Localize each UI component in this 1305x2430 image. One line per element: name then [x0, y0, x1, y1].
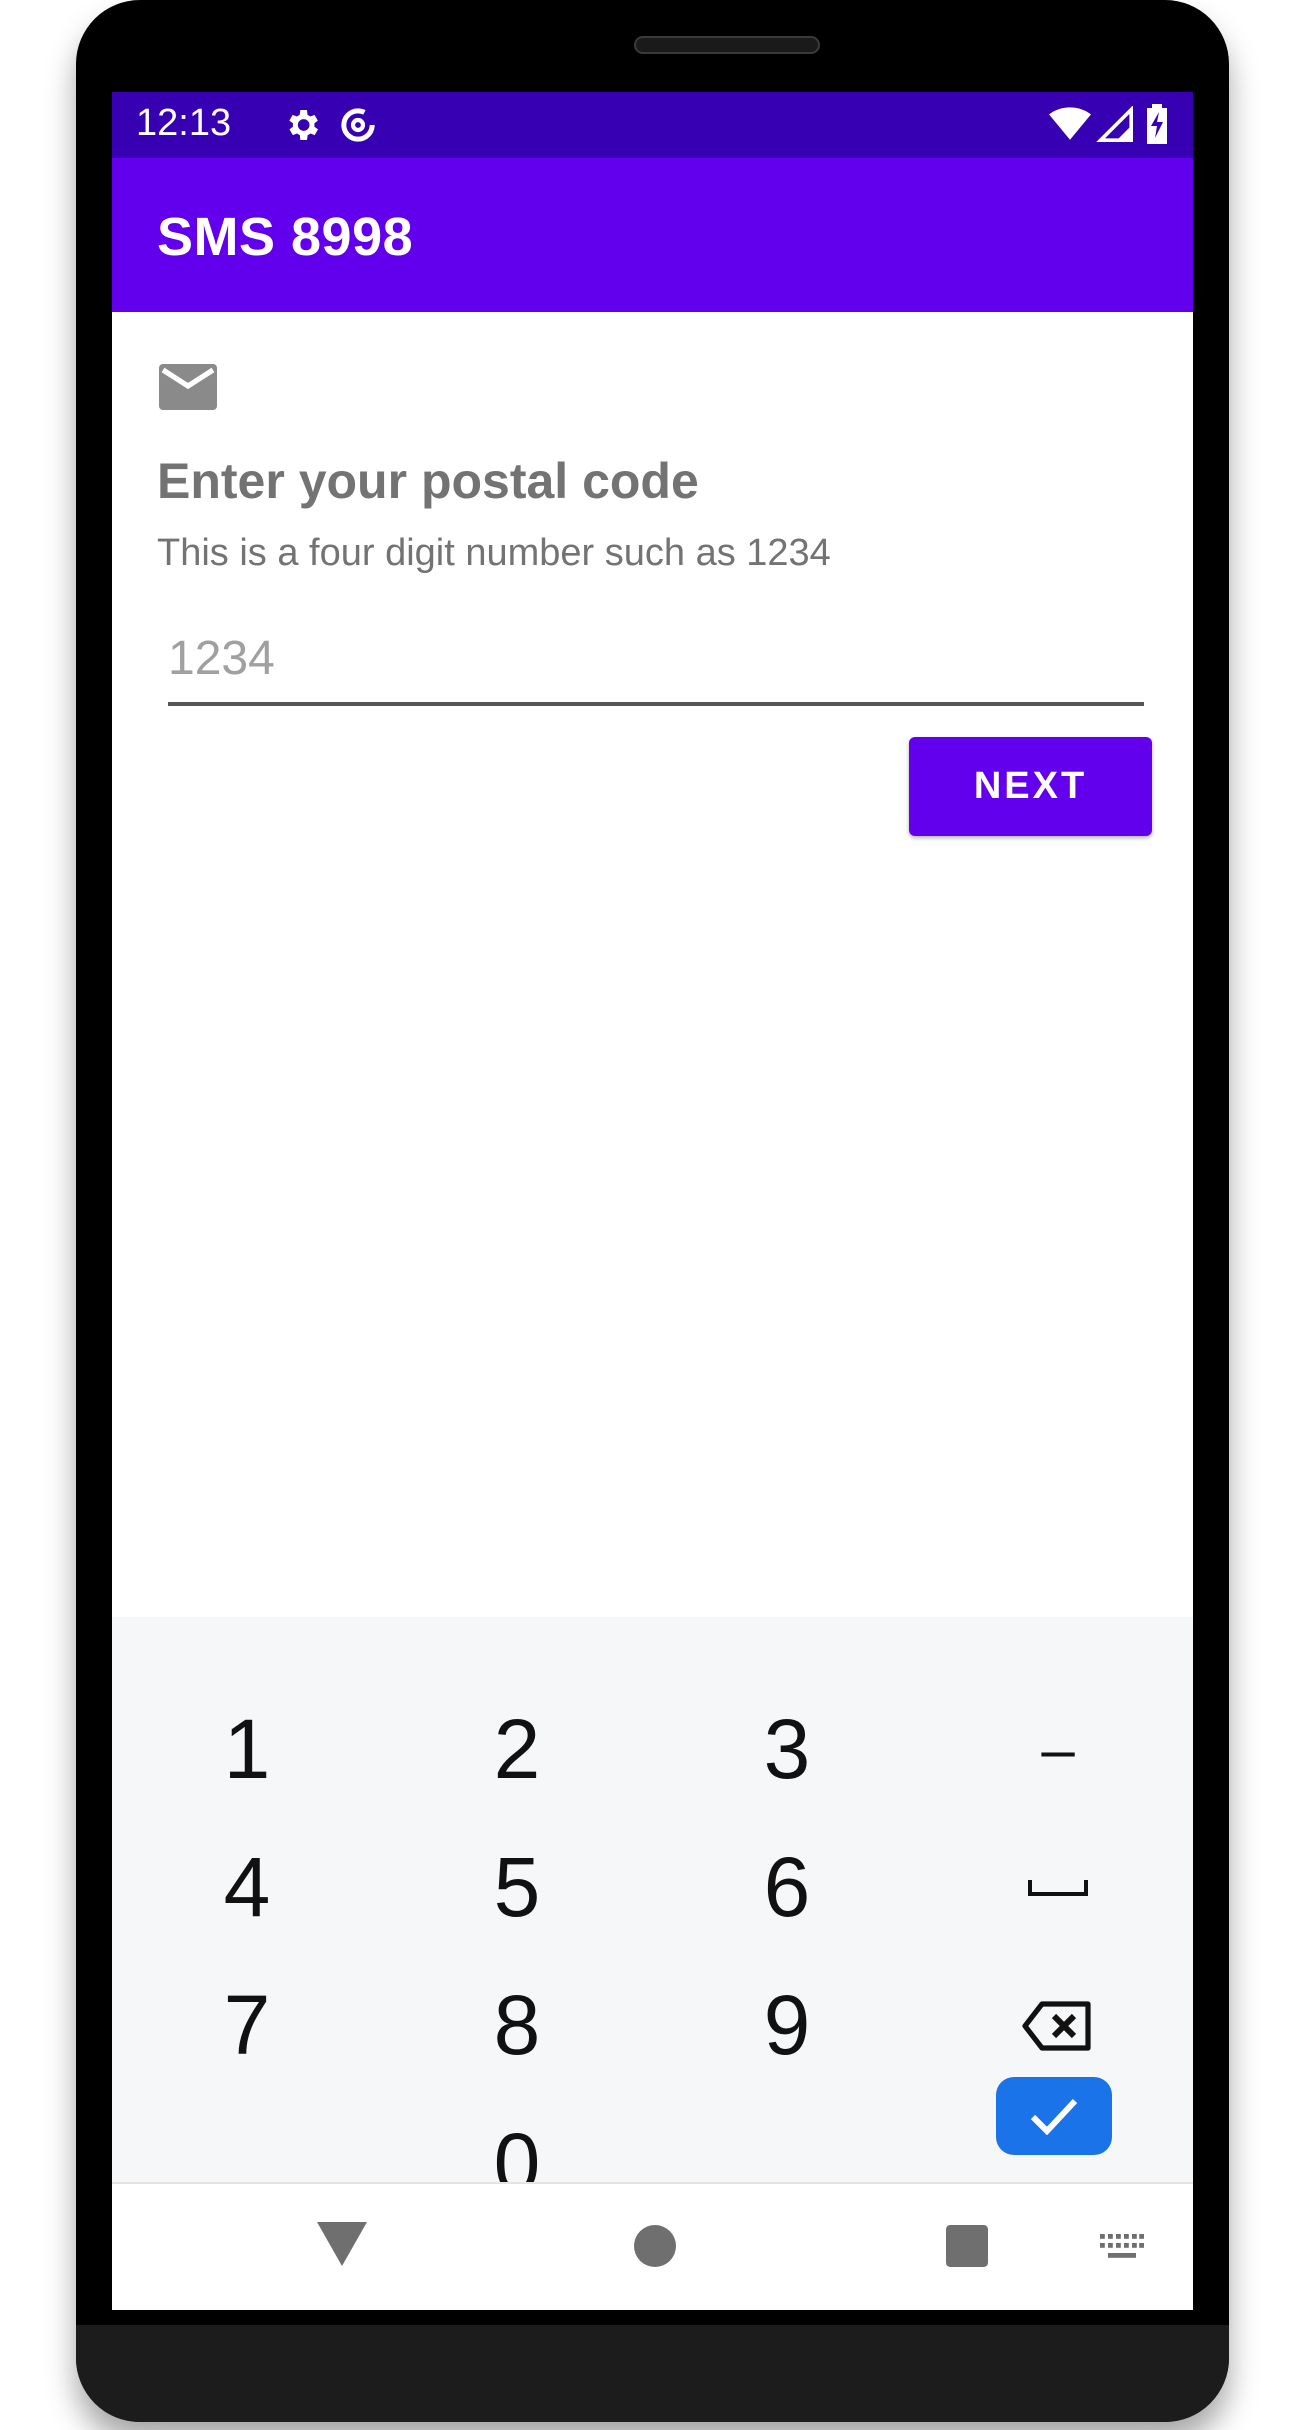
data-saver-icon [338, 105, 378, 150]
keyboard-switch-icon[interactable] [1100, 2234, 1144, 2265]
key-7[interactable]: 7 [112, 1957, 382, 2094]
key-6[interactable]: 6 [652, 1819, 922, 1956]
key-3[interactable]: 3 [652, 1681, 922, 1818]
battery-charging-icon [1145, 104, 1169, 149]
key-backspace[interactable] [923, 1957, 1193, 2094]
mail-icon [159, 364, 217, 415]
key-dash[interactable]: – [923, 1681, 1193, 1818]
key-4[interactable]: 4 [112, 1819, 382, 1956]
numeric-keyboard: 1 2 3 – 4 5 6 7 8 9 , 0 . [112, 1617, 1193, 2210]
recents-icon[interactable] [946, 2225, 988, 2272]
cell-signal-icon [1096, 105, 1134, 147]
wifi-icon [1049, 106, 1091, 147]
navigation-bar [112, 2182, 1193, 2310]
app-bar: SMS 8998 [112, 158, 1193, 312]
screen: 12:13 SMS 8998 Enter your postal code Th… [112, 92, 1193, 2310]
backspace-icon [1022, 2000, 1091, 2051]
key-2[interactable]: 2 [382, 1681, 652, 1818]
page-heading: Enter your postal code [157, 453, 699, 509]
space-bar-icon [1028, 1879, 1088, 1896]
key-done[interactable] [996, 2077, 1112, 2155]
home-icon[interactable] [634, 2225, 676, 2272]
status-time: 12:13 [136, 102, 232, 144]
postal-code-input[interactable] [168, 622, 1144, 706]
settings-icon [282, 105, 322, 150]
key-5[interactable]: 5 [382, 1819, 652, 1956]
key-1[interactable]: 1 [112, 1681, 382, 1818]
status-bar: 12:13 [112, 92, 1193, 158]
app-title: SMS 8998 [157, 207, 414, 267]
key-9[interactable]: 9 [652, 1957, 922, 2094]
checkmark-icon [1030, 2098, 1078, 2135]
back-icon[interactable] [317, 2222, 367, 2271]
key-8[interactable]: 8 [382, 1957, 652, 2094]
phone-chin [76, 2325, 1229, 2422]
next-button[interactable]: NEXT [909, 737, 1152, 836]
page-description: This is a four digit number such as 1234 [157, 532, 831, 574]
key-space[interactable] [923, 1819, 1193, 1956]
earpiece-speaker [634, 36, 820, 54]
